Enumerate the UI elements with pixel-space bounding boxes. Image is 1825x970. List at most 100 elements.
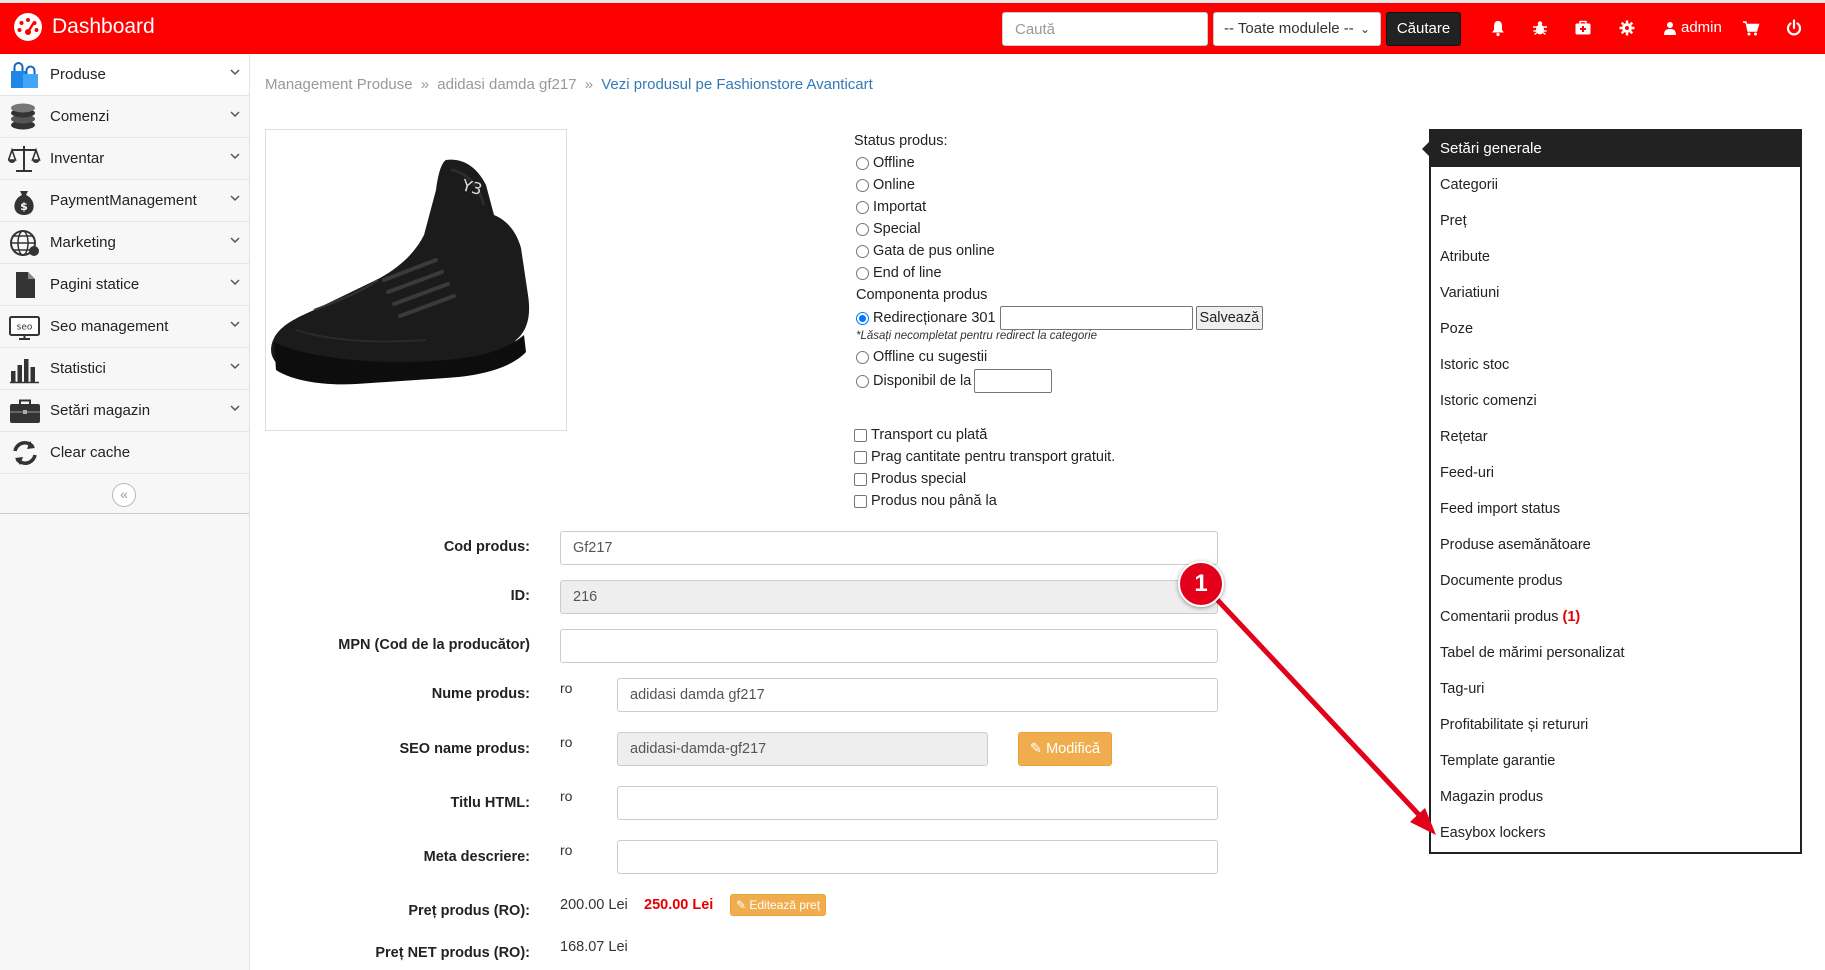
annotation-step-marker: 1 xyxy=(1178,561,1224,607)
sidebar-item-clear-cache[interactable]: Clear cache xyxy=(0,432,249,474)
edit-price-button[interactable]: ✎ Editează preț xyxy=(730,894,826,916)
radio-button[interactable] xyxy=(856,244,869,258)
sidebar-item-marketing[interactable]: Marketing xyxy=(0,222,249,264)
menu-item-variatiuni[interactable]: Variatiuni xyxy=(1431,275,1800,311)
net-price-label: Preț NET produs (RO): xyxy=(375,945,530,961)
settings-menu-title[interactable]: Setări generale xyxy=(1422,131,1800,167)
chevron-down-icon xyxy=(230,111,240,118)
product-name-input[interactable]: adidasi damda gf217 xyxy=(617,678,1218,712)
power-icon[interactable] xyxy=(1785,19,1803,37)
dashboard-link[interactable]: Dashboard xyxy=(12,11,155,43)
modify-seo-button[interactable]: ✎ Modifică xyxy=(1018,732,1112,766)
checkbox[interactable] xyxy=(854,494,867,508)
component-title: Componenta produs xyxy=(856,287,988,303)
user-name: admin xyxy=(1681,19,1722,36)
checkbox[interactable] xyxy=(854,428,867,442)
checkbox[interactable] xyxy=(854,472,867,486)
search-input[interactable] xyxy=(1002,12,1208,46)
radio-label: Disponibil de la xyxy=(873,373,972,389)
view-product-link[interactable]: Vezi produsul pe Fashionstore Avanticart xyxy=(601,76,873,93)
menu-item-feed-import-status[interactable]: Feed import status xyxy=(1431,491,1800,527)
sidebar-item-setari-magazin[interactable]: Setări magazin xyxy=(0,390,249,432)
checkbox-label: Produs special xyxy=(871,471,967,487)
checkbox-new-product-until[interactable]: Produs nou până la xyxy=(854,490,1115,512)
status-option-available-from[interactable]: Disponibil de la xyxy=(854,368,1263,394)
sidebar-item-inventar[interactable]: Inventar xyxy=(0,138,249,180)
status-option-online[interactable]: Online xyxy=(854,174,1263,196)
radio-button[interactable] xyxy=(856,374,869,388)
sidebar-item-pagini-statice[interactable]: Pagini statice xyxy=(0,264,249,306)
module-select[interactable]: -- Toate modulele -- ⌄ xyxy=(1213,12,1381,46)
menu-item-produse-asemanatoare[interactable]: Produse asemănătoare xyxy=(1431,527,1800,563)
available-date-input[interactable] xyxy=(974,369,1053,393)
menu-item-magazin-produs[interactable]: Magazin produs xyxy=(1431,779,1800,815)
search-button[interactable]: Căutare xyxy=(1386,12,1461,46)
html-title-input[interactable] xyxy=(617,786,1218,820)
menu-item-poze[interactable]: Poze xyxy=(1431,311,1800,347)
gear-icon[interactable] xyxy=(1618,19,1636,37)
save-redirect-button[interactable]: Salvează xyxy=(1195,306,1264,330)
sidebar-item-label: Comenzi xyxy=(50,108,110,125)
status-option-offline-suggestions[interactable]: Offline cu sugestii xyxy=(854,346,1263,368)
menu-item-istoric-comenzi[interactable]: Istoric comenzi xyxy=(1431,383,1800,419)
redirect-row: Redirecționare 301 Salvează xyxy=(854,306,1264,330)
menu-item-comentarii-produs[interactable]: Comentarii produs (1) xyxy=(1431,599,1800,635)
radio-button[interactable] xyxy=(856,156,869,170)
money-bag-icon: $ xyxy=(14,190,34,215)
name-label: Nume produs: xyxy=(431,686,530,702)
redirect-url-input[interactable] xyxy=(999,306,1193,330)
menu-item-easybox-lockers[interactable]: Easybox lockers xyxy=(1431,815,1800,851)
bug-icon[interactable] xyxy=(1531,19,1549,37)
breadcrumb-separator: » xyxy=(584,76,594,93)
sidebar: Produse Comenzi Inventar $ PaymentManage… xyxy=(0,54,250,970)
menu-item-tabel-marimi[interactable]: Tabel de mărimi personalizat xyxy=(1431,635,1800,671)
checkbox-paid-transport[interactable]: Transport cu plată xyxy=(854,424,1115,446)
seo-name-input: adidasi-damda-gf217 xyxy=(617,732,988,766)
sidebar-item-produse[interactable]: Produse xyxy=(0,54,249,96)
code-input[interactable]: Gf217 xyxy=(560,531,1218,565)
menu-item-atribute[interactable]: Atribute xyxy=(1431,239,1800,275)
price-old: 200.00 Lei xyxy=(560,897,628,913)
menu-item-profitabilitate[interactable]: Profitabilitate și retururi xyxy=(1431,707,1800,743)
radio-button[interactable] xyxy=(856,266,869,280)
checkbox[interactable] xyxy=(854,450,867,464)
checkbox-special-product[interactable]: Produs special xyxy=(854,468,1115,490)
menu-item-pret[interactable]: Preț xyxy=(1431,203,1800,239)
sidebar-item-label: Setări magazin xyxy=(50,402,151,419)
menu-item-tag-uri[interactable]: Tag-uri xyxy=(1431,671,1800,707)
sidebar-item-seo-management[interactable]: seo Seo management xyxy=(0,306,249,348)
menu-item-feed-uri[interactable]: Feed-uri xyxy=(1431,455,1800,491)
radio-button[interactable] xyxy=(856,350,869,364)
price-new: 250.00 Lei xyxy=(644,897,714,913)
radio-button[interactable] xyxy=(856,200,869,214)
mpn-label: MPN (Cod de la producător) xyxy=(338,637,530,653)
status-option-offline[interactable]: Offline xyxy=(854,152,1263,174)
radio-button[interactable] xyxy=(856,178,869,192)
redirect-hint: *Lăsați necompletat pentru redirect la c… xyxy=(856,330,1098,342)
product-image[interactable]: Y3 xyxy=(265,129,567,431)
user-menu[interactable]: admin xyxy=(1663,19,1722,36)
sidebar-item-label: Statistici xyxy=(50,360,106,377)
bell-icon[interactable] xyxy=(1489,19,1507,37)
menu-item-categorii[interactable]: Categorii xyxy=(1431,167,1800,203)
menu-item-istoric-stoc[interactable]: Istoric stoc xyxy=(1431,347,1800,383)
menu-item-retetar[interactable]: Rețetar xyxy=(1431,419,1800,455)
status-option-ready[interactable]: Gata de pus online xyxy=(854,240,1263,262)
menu-item-documente-produs[interactable]: Documente produs xyxy=(1431,563,1800,599)
status-option-end-of-line[interactable]: End of line xyxy=(854,262,1263,284)
status-option-special[interactable]: Special xyxy=(854,218,1263,240)
meta-description-input[interactable] xyxy=(617,840,1218,874)
medkit-icon[interactable] xyxy=(1574,19,1592,37)
sidebar-item-statistici[interactable]: Statistici xyxy=(0,348,249,390)
collapse-sidebar-icon[interactable]: « xyxy=(112,483,136,507)
radio-button[interactable] xyxy=(856,311,869,325)
status-option-importat[interactable]: Importat xyxy=(854,196,1263,218)
breadcrumb-item[interactable]: Management Produse xyxy=(265,76,413,93)
sidebar-item-comenzi[interactable]: Comenzi xyxy=(0,96,249,138)
radio-button[interactable] xyxy=(856,222,869,236)
menu-item-template-garantie[interactable]: Template garantie xyxy=(1431,743,1800,779)
mpn-input[interactable] xyxy=(560,629,1218,663)
cart-icon[interactable] xyxy=(1742,19,1760,37)
sidebar-item-paymentmanagement[interactable]: $ PaymentManagement xyxy=(0,180,249,222)
checkbox-free-transport-threshold[interactable]: Prag cantitate pentru transport gratuit. xyxy=(854,446,1115,468)
